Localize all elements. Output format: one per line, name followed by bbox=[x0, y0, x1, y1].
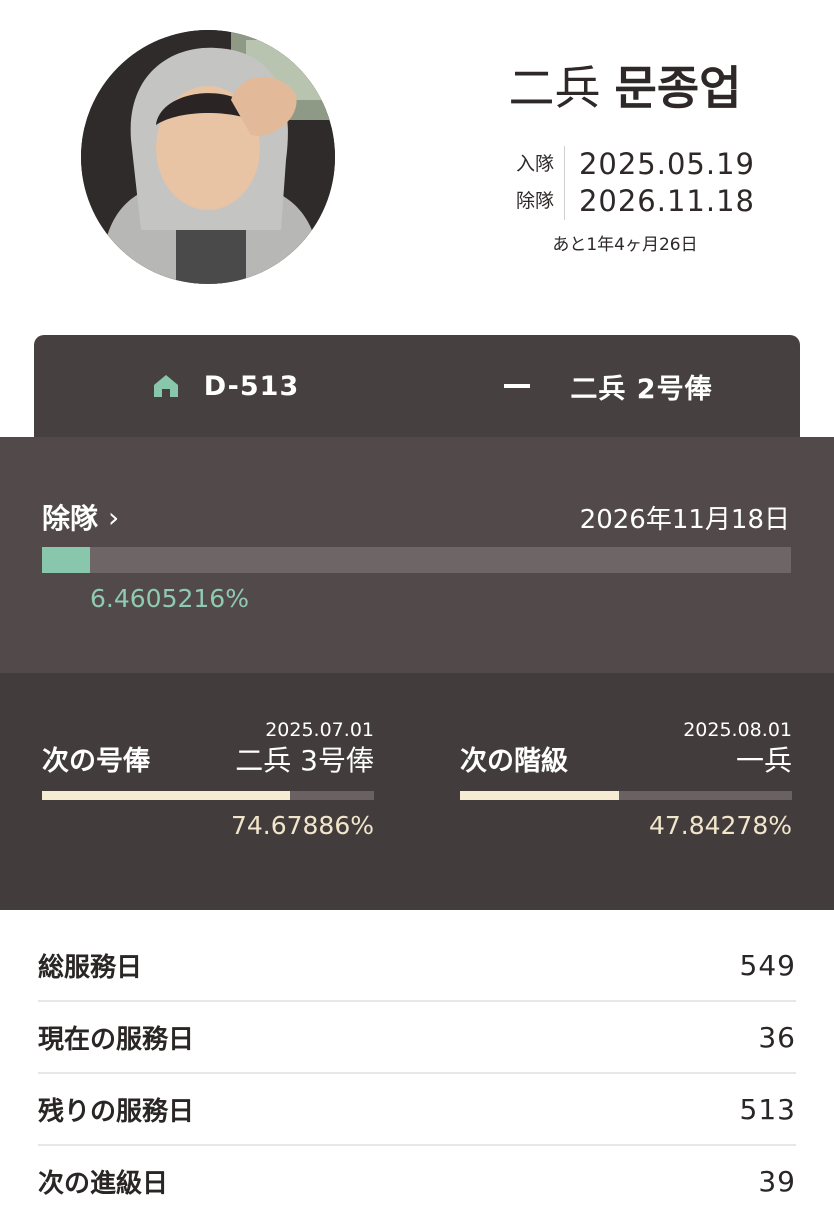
stat-value: 513 bbox=[739, 1092, 796, 1126]
discharge-percent: 6.4605216% bbox=[90, 584, 249, 613]
enlist-date: 2025.05.19 bbox=[578, 147, 755, 181]
next-rank-bar bbox=[460, 791, 792, 800]
stat-value: 39 bbox=[758, 1164, 796, 1198]
tab-d-day[interactable]: D-513 bbox=[34, 335, 417, 437]
enlist-row: 入隊 2025.05.19 bbox=[505, 146, 755, 183]
name: 문종업 bbox=[614, 61, 742, 115]
tab-rank[interactable]: 二兵 2号俸 bbox=[417, 335, 800, 437]
next-milestones-panel: 次の号俸 2025.07.01 二兵 3号俸 74.67886% 次の階級 20… bbox=[0, 673, 834, 910]
next-pay-grade-bar bbox=[42, 791, 374, 800]
next-rank-title: 次の階級 bbox=[460, 746, 568, 777]
discharge-link[interactable]: 除隊 › bbox=[42, 497, 119, 537]
discharge-progress-fill bbox=[42, 547, 91, 573]
next-pay-grade-date: 2025.07.01 bbox=[265, 719, 374, 741]
next-rank-target: 一兵 bbox=[735, 744, 792, 777]
home-icon bbox=[152, 373, 180, 399]
avatar-photo bbox=[81, 30, 335, 284]
discharge-row: 除隊 2026.11.18 bbox=[505, 183, 755, 220]
next-pay-grade-percent: 74.67886% bbox=[230, 811, 374, 840]
d-day-label: D-513 bbox=[203, 370, 300, 402]
summary-tabs: D-513 二兵 2号俸 bbox=[34, 335, 800, 437]
enlist-label: 入隊 bbox=[505, 146, 565, 183]
stat-label: 現在の服務日 bbox=[38, 1024, 195, 1055]
next-rank[interactable]: 次の階級 2025.08.01 一兵 47.84278% bbox=[460, 673, 792, 910]
next-rank-fill bbox=[460, 791, 619, 800]
service-stats-list: 総服務日 549 現在の服務日 36 残りの服務日 513 次の進級日 39 bbox=[38, 930, 796, 1216]
profile-header: 二兵 문종업 入隊 2025.05.19 除隊 2026.11.18 あと1年4ヶ… bbox=[0, 0, 834, 335]
list-item: 現在の服務日 36 bbox=[38, 1002, 796, 1074]
discharge-full-date: 2026年11月18日 bbox=[579, 505, 790, 535]
next-pay-grade[interactable]: 次の号俸 2025.07.01 二兵 3号俸 74.67886% bbox=[42, 673, 374, 910]
discharge-progress-panel: 除隊 › 2026年11月18日 6.4605216% bbox=[0, 437, 834, 673]
rank-label: 二兵 2号俸 bbox=[570, 373, 713, 405]
stat-value: 549 bbox=[739, 948, 796, 982]
service-dates: 入隊 2025.05.19 除隊 2026.11.18 bbox=[505, 146, 755, 220]
next-rank-date: 2025.08.01 bbox=[683, 719, 792, 741]
chevron-right-icon: › bbox=[108, 500, 120, 534]
rank-bar-icon bbox=[504, 384, 531, 388]
stat-value: 36 bbox=[758, 1020, 796, 1054]
soldier-name: 二兵 문종업 bbox=[460, 58, 790, 118]
next-pay-grade-fill bbox=[42, 791, 290, 800]
current-rank: 二兵 bbox=[508, 61, 601, 115]
stat-label: 総服務日 bbox=[38, 952, 143, 983]
list-item: 総服務日 549 bbox=[38, 930, 796, 1002]
discharge-progress-label: 除隊 bbox=[42, 502, 99, 535]
discharge-label: 除隊 bbox=[505, 183, 565, 220]
discharge-date: 2026.11.18 bbox=[578, 184, 755, 218]
stat-label: 残りの服務日 bbox=[38, 1096, 195, 1127]
remaining-time: あと1年4ヶ月26日 bbox=[552, 235, 698, 255]
next-pay-grade-title: 次の号俸 bbox=[42, 746, 150, 777]
next-rank-percent: 47.84278% bbox=[648, 811, 792, 840]
avatar[interactable] bbox=[81, 30, 335, 284]
stat-label: 次の進級日 bbox=[38, 1168, 169, 1199]
list-item: 残りの服務日 513 bbox=[38, 1074, 796, 1146]
list-item: 次の進級日 39 bbox=[38, 1146, 796, 1216]
discharge-progress-bar bbox=[42, 547, 791, 573]
next-pay-grade-target: 二兵 3号俸 bbox=[235, 744, 374, 777]
